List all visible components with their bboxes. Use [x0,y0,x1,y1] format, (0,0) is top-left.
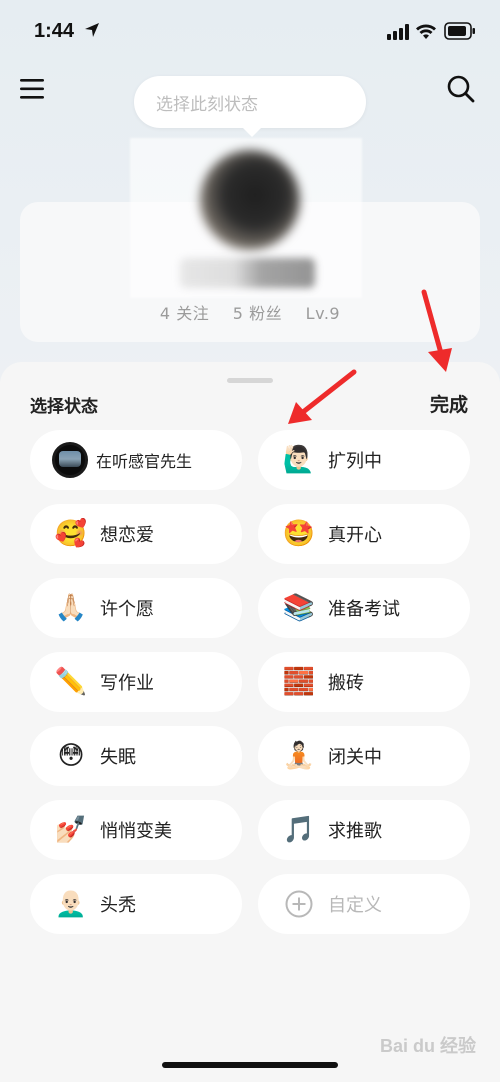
status-chip-label: 在听感官先生 [96,452,193,471]
status-chip-bald[interactable]: 👨🏻‍🦲 头秃 [30,874,242,934]
status-chip-happy[interactable]: 🤩 真开心 [258,504,470,564]
battery-icon [444,22,475,40]
meditating-person-icon: 🧘🏻 [282,741,316,771]
status-chip-label: 写作业 [100,673,154,694]
status-chip-label: 闭关中 [328,747,382,768]
wifi-icon [416,24,436,39]
status-chip-beautifying[interactable]: 💅🏻 悄悄变美 [30,800,242,860]
bricks-icon: 🧱 [282,667,316,697]
music-cover-avatar [52,442,88,478]
location-arrow-icon [85,23,99,37]
status-chip-label: 失眠 [100,747,136,768]
status-chip-label: 求推歌 [328,821,382,842]
username-blurred [180,258,315,288]
smiling-hearts-face-icon: 🥰 [54,519,88,549]
raising-hand-person-icon: 🙋🏻‍♂️ [282,445,316,475]
status-chip-secluded[interactable]: 🧘🏻 闭关中 [258,726,470,786]
status-chip-label: 准备考试 [328,599,400,620]
bald-man-face-icon: 👨🏻‍🦲 [54,889,88,919]
cellular-signal-icon [387,24,409,40]
status-chip-making-friends[interactable]: 🙋🏻‍♂️ 扩列中 [258,430,470,490]
status-prompt-bubble[interactable]: 选择此刻状态 [134,76,366,137]
sheet-grabber[interactable] [227,378,273,383]
home-indicator[interactable] [162,1062,338,1068]
status-chip-label: 自定义 [328,895,382,916]
music-note-icon: 🎵 [282,815,316,845]
status-chip-label: 真开心 [328,525,382,546]
pencil-icon: ✏️ [54,667,88,697]
status-chip-label: 许个愿 [100,599,154,620]
status-chip-make-wish[interactable]: 🙏🏻 许个愿 [30,578,242,638]
status-sheet: 选择状态 完成 在听感官先生 🙋🏻‍♂️ 扩列中 🥰 想恋爱 🤩 真开心 🙏🏻 … [0,362,500,1082]
sheet-title: 选择状态 [30,397,98,417]
done-button[interactable]: 完成 [430,390,468,417]
annotation-arrow-icon [288,369,357,424]
status-chip-listening[interactable]: 在听感官先生 [30,430,242,490]
follow-count[interactable]: 4 关注 [160,304,209,323]
avatar[interactable] [200,150,300,250]
status-bar: 1:44 [0,0,500,60]
status-chip-label: 悄悄变美 [100,821,172,842]
status-chip-want-love[interactable]: 🥰 想恋爱 [30,504,242,564]
status-chip-custom[interactable]: 自定义 [258,874,470,934]
status-chip-label: 搬砖 [328,673,364,694]
status-chip-label: 想恋爱 [100,525,154,546]
folded-hands-icon: 🙏🏻 [54,593,88,623]
status-time: 1:44 [34,20,75,42]
add-circle-icon [282,887,316,921]
status-chip-insomnia[interactable]: 😳 失眠 [30,726,242,786]
status-prompt-text: 选择此刻状态 [156,94,258,115]
status-chip-label: 扩列中 [328,451,382,472]
books-icon: 📚 [282,593,316,623]
fans-count[interactable]: 5 粉丝 [233,304,282,323]
status-chip-song-request[interactable]: 🎵 求推歌 [258,800,470,860]
status-chip-working[interactable]: 🧱 搬砖 [258,652,470,712]
status-chip-label: 头秃 [100,895,136,916]
nail-polish-icon: 💅🏻 [54,815,88,845]
search-icon[interactable] [446,74,476,104]
user-level: Lv.9 [305,304,341,323]
flushed-face-icon: 😳 [57,741,85,771]
star-struck-face-icon: 🤩 [282,519,316,549]
status-chip-exam-prep[interactable]: 📚 准备考试 [258,578,470,638]
annotation-arrow-icon [421,289,452,372]
watermark: Bai du 经验 [380,1036,477,1056]
menu-icon[interactable] [20,78,46,100]
status-chip-homework[interactable]: ✏️ 写作业 [30,652,242,712]
